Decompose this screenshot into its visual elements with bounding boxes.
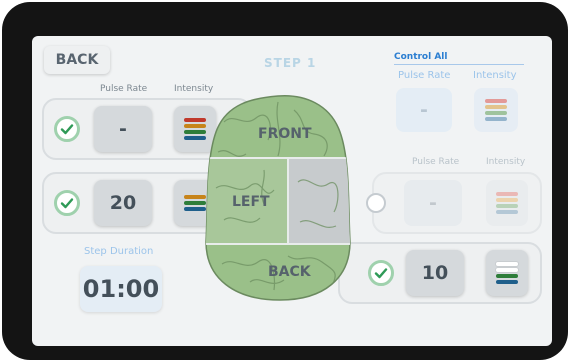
intensity-bar-green [496, 274, 518, 278]
intensity-bar-red [184, 118, 206, 122]
intensity-bar-green [496, 204, 518, 208]
intensity-bar-blue [496, 280, 518, 284]
front-check-icon[interactable] [54, 116, 80, 142]
front-pulse-rate[interactable]: - [94, 106, 152, 152]
back-region-label: BACK [268, 264, 311, 280]
right-pulse-rate-header: Pulse Rate [412, 157, 460, 167]
control-all-pulse-rate[interactable]: - [396, 88, 452, 132]
intensity-bar-blue [485, 117, 507, 121]
intensity-bar-red [496, 192, 518, 196]
intensity-bar-orange [184, 124, 206, 128]
intensity-bar-green [485, 111, 507, 115]
control-all-title: Control All [394, 52, 524, 65]
step-duration-label: Step Duration [84, 246, 154, 257]
step-title: STEP 1 [264, 56, 317, 70]
left-check-icon[interactable] [54, 190, 80, 216]
intensity-bar-empty [496, 262, 518, 266]
intensity-bar-orange [485, 105, 507, 109]
control-all-intensity[interactable] [474, 88, 518, 132]
intensity-bar-empty [496, 268, 518, 272]
intensity-bar-blue [184, 207, 206, 211]
right-region-disabled[interactable] [288, 158, 352, 244]
back-intensity[interactable] [486, 250, 528, 296]
back-check-icon[interactable] [368, 260, 394, 286]
back-pulse-rate[interactable]: 10 [406, 250, 464, 296]
intensity-bar-red [485, 99, 507, 103]
control-all-intensity-label: Intensity [473, 70, 517, 81]
right-intensity-header: Intensity [486, 157, 526, 167]
intensity-bar-blue [184, 136, 206, 140]
left-pulse-rate[interactable]: 20 [94, 180, 152, 226]
app-screen: BACK STEP 1 Pulse Rate Intensity Control… [32, 36, 552, 346]
intensity-bar-blue [496, 210, 518, 214]
pulse-rate-header: Pulse Rate [100, 84, 148, 94]
intensity-bar-green [184, 201, 206, 205]
right-intensity[interactable] [486, 180, 528, 226]
back-button[interactable]: BACK [44, 46, 110, 74]
intensity-bar-green [184, 130, 206, 134]
front-region-label: FRONT [258, 126, 312, 142]
right-region-toggle[interactable] [366, 193, 386, 213]
intensity-bar-orange [496, 198, 518, 202]
right-pulse-rate[interactable]: - [404, 180, 462, 226]
step-duration-value[interactable]: 01:00 [80, 266, 162, 312]
tablet-frame: BACK STEP 1 Pulse Rate Intensity Control… [2, 2, 568, 360]
control-all-pulse-rate-label: Pulse Rate [398, 70, 451, 81]
left-region-label: LEFT [232, 194, 270, 210]
intensity-bar-orange [184, 195, 206, 199]
